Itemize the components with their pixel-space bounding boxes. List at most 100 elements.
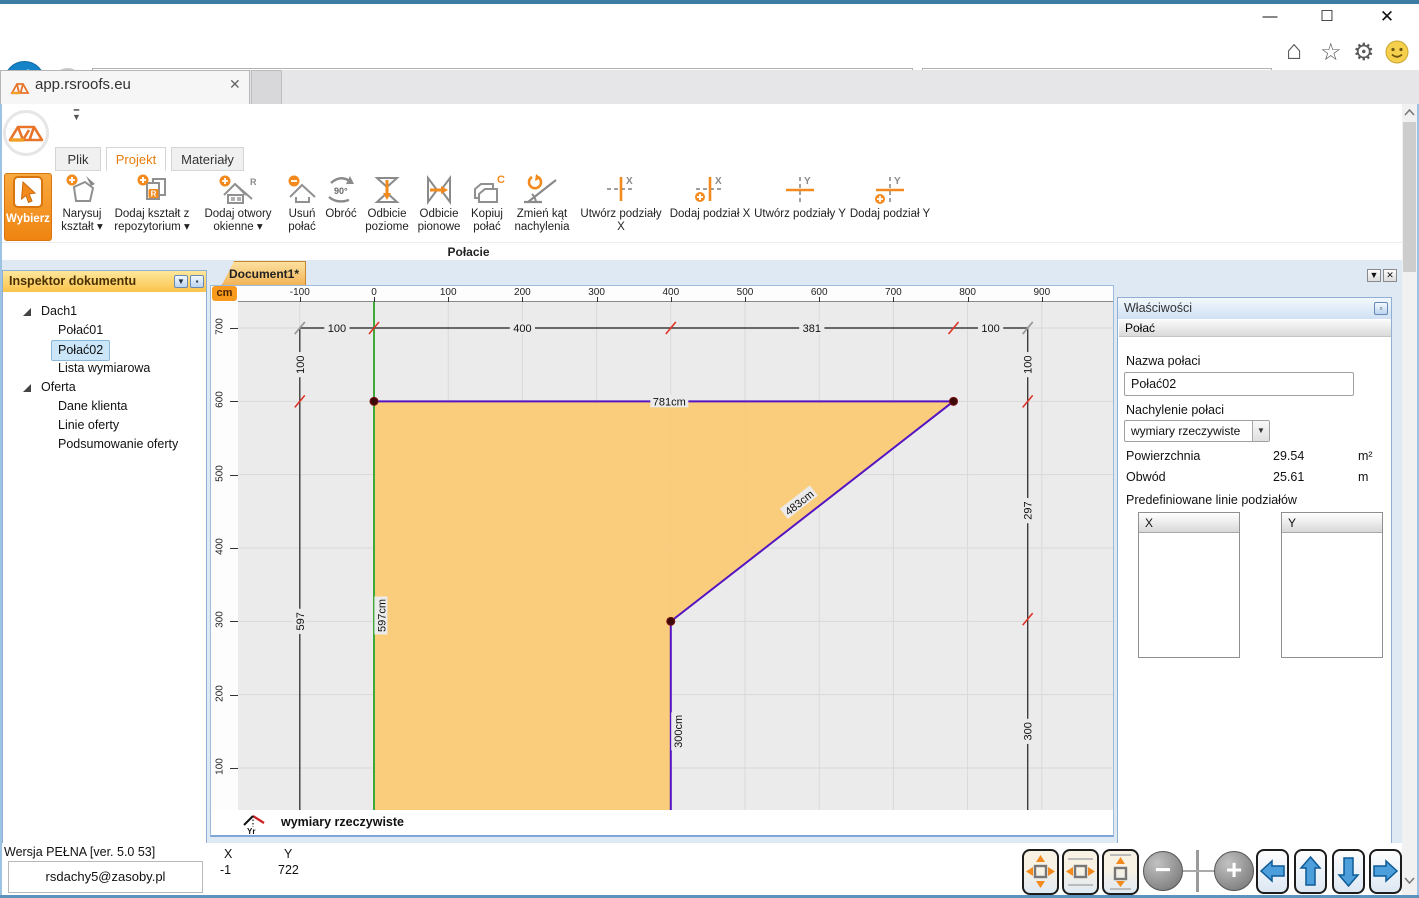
dimension-label: 381 [799, 321, 824, 335]
vertex-handle[interactable] [667, 617, 675, 625]
svg-text:Y: Y [804, 176, 811, 187]
ruler-tick [230, 695, 238, 696]
tree-item-oferta[interactable]: Oferta [3, 378, 206, 397]
dimension-label: 100 [978, 321, 1003, 335]
area-label: Powierzchnia [1126, 449, 1200, 463]
drawing-canvas[interactable]: -1000100200300400500600700800900 cm 7006… [210, 285, 1114, 837]
ruler-tick-label: 700 [215, 313, 226, 341]
properties-panel: Właściwości ▫ Połać Nazwa połaci Nachyle… [1117, 297, 1392, 845]
pan-up-button[interactable] [1294, 849, 1327, 894]
window-close-button[interactable]: ✕ [1377, 7, 1397, 27]
svg-text:381: 381 [803, 323, 821, 335]
draw-shape-button[interactable]: Narysuj kształt ▾ [57, 173, 107, 241]
zoom-out-button[interactable]: − [1143, 851, 1183, 891]
tree-item-dane-klienta[interactable]: Dane klienta [3, 397, 206, 416]
scroll-up-icon[interactable] [1404, 109, 1415, 116]
copy-roof-plane-button[interactable]: C Kopiuj połać [465, 173, 509, 241]
add-shape-from-repository-button[interactable]: R Dodaj kształt z repozytorium ▾ [110, 173, 194, 241]
inspector-minimize-button[interactable]: ▪ [190, 275, 204, 288]
select-button[interactable]: Wybierz [4, 173, 52, 241]
inspector-dropdown-button[interactable]: ▼ [174, 275, 188, 288]
tree-item-po-a-01[interactable]: Połać01 [3, 321, 206, 340]
window-maximize-button[interactable]: ☐ [1317, 7, 1337, 27]
vertex-handle[interactable] [370, 397, 378, 405]
ribbon-group-label: Połacie [0, 245, 937, 261]
mirror-horizontal-button[interactable]: Odbicie poziome [361, 173, 413, 241]
zoom-fit-height-button[interactable] [1102, 849, 1139, 895]
svg-text:400: 400 [513, 323, 531, 335]
pan-right-button[interactable] [1369, 849, 1402, 894]
add-window-openings-button[interactable]: R Dodaj otwory okienne ▾ [196, 173, 280, 241]
zoom-fit-all-button[interactable] [1022, 849, 1059, 895]
pan-left-button[interactable] [1256, 849, 1289, 894]
change-slope-angle-button[interactable]: Zmień kąt nachylenia [510, 173, 574, 241]
vertical-ruler: 700600500400300200100 [211, 302, 238, 810]
add-division-y-icon: Y [870, 173, 910, 207]
ribbon-tab-plik[interactable]: Plik [55, 147, 101, 171]
rotate-button[interactable]: 90° Obróć [323, 173, 359, 241]
favorites-star-icon[interactable]: ☆ [1320, 38, 1342, 67]
copy-icon: C [467, 173, 507, 207]
roof-name-input[interactable] [1124, 372, 1354, 396]
window-openings-icon: R [216, 173, 260, 207]
document-close-button[interactable]: ✕ [1383, 269, 1397, 282]
svg-text:C: C [497, 174, 505, 186]
add-division-y-button[interactable]: Y Dodaj podział Y [848, 173, 932, 241]
tree-item-podsumowanie-oferty[interactable]: Podsumowanie oferty [3, 435, 206, 454]
predefined-y-list[interactable]: Y [1281, 512, 1383, 658]
slope-dropdown-arrow-icon[interactable]: ▼ [1252, 421, 1269, 441]
new-tab-stub[interactable] [251, 70, 282, 104]
settings-gear-icon[interactable]: ⚙ [1353, 38, 1375, 67]
window-minimize-button[interactable]: — [1260, 7, 1280, 27]
tree-item-po-a-02[interactable]: Połać02 [3, 340, 206, 359]
zoom-fit-width-button[interactable] [1062, 849, 1099, 895]
roof-name-label: Nazwa połaci [1126, 354, 1200, 368]
page-scrollbar[interactable] [1402, 104, 1417, 895]
dimension-label: 100 [324, 321, 349, 335]
vertex-handle[interactable] [950, 397, 958, 405]
create-divisions-x-button[interactable]: X Utwórz podziały X [576, 173, 666, 241]
tab-title: app.rsroofs.eu [35, 76, 131, 93]
tree-expand-icon[interactable] [23, 384, 31, 392]
svg-text:597cm: 597cm [376, 599, 388, 632]
dimension-label: 781cm [650, 394, 688, 408]
ribbon-tab-materialy[interactable]: Materiały [171, 147, 244, 171]
svg-text:300cm: 300cm [673, 715, 685, 748]
tree-item-linie-oferty[interactable]: Linie oferty [3, 416, 206, 435]
pan-down-button[interactable] [1332, 849, 1365, 894]
dimension-label: 100 [293, 352, 307, 377]
ribbon-tab-projekt[interactable]: Projekt [106, 147, 166, 171]
tree-expand-icon[interactable] [23, 308, 31, 316]
slope-dropdown[interactable]: wymiary rzeczywiste ▼ [1124, 420, 1270, 442]
zoom-in-button[interactable]: + [1214, 851, 1254, 891]
fit-width-icon [1064, 851, 1097, 893]
ruler-tick-label: 500 [215, 459, 226, 487]
browser-tab[interactable]: app.rsroofs.eu ✕ [0, 70, 250, 104]
roof-plane-drawing[interactable]: 100400381100100597100297300781cm483cm597… [238, 302, 1113, 810]
document-tab-list-button[interactable]: ▼ [1367, 269, 1381, 282]
dimension-label: 300 [1021, 719, 1035, 744]
cursor-y-value: 722 [278, 863, 299, 877]
predefined-x-list[interactable]: X [1138, 512, 1240, 658]
scrollbar-thumb[interactable] [1403, 122, 1416, 272]
scroll-down-icon[interactable] [1404, 877, 1415, 884]
svg-text:R: R [151, 190, 157, 199]
app-logo[interactable] [3, 110, 49, 156]
tree-item-dach1[interactable]: Dach1 [3, 302, 206, 321]
pan-left-icon [1258, 851, 1287, 892]
ruler-tick-label: 600 [215, 386, 226, 414]
delete-roof-plane-button[interactable]: Usuń połać [281, 173, 323, 241]
add-division-x-button[interactable]: X Dodaj podział X [668, 173, 752, 241]
feedback-smiley-icon[interactable] [1385, 40, 1409, 64]
add-division-x-icon: X [690, 173, 730, 207]
document-tab[interactable]: Document1* [222, 261, 306, 285]
ruler-tick [230, 768, 238, 769]
properties-minimize-button[interactable]: ▫ [1374, 302, 1388, 315]
home-icon[interactable]: ⌂ [1286, 35, 1302, 66]
quick-access-dropdown-icon[interactable]: ━▼ [72, 107, 81, 121]
mirror-vertical-button[interactable]: Odbicie pionowe [414, 173, 464, 241]
fit-height-icon [1104, 851, 1137, 893]
tab-close-icon[interactable]: ✕ [229, 76, 241, 93]
tree-item-lista-wymiarowa[interactable]: Lista wymiarowa [3, 359, 206, 378]
create-divisions-y-button[interactable]: Y Utwórz podziały Y [754, 173, 846, 241]
